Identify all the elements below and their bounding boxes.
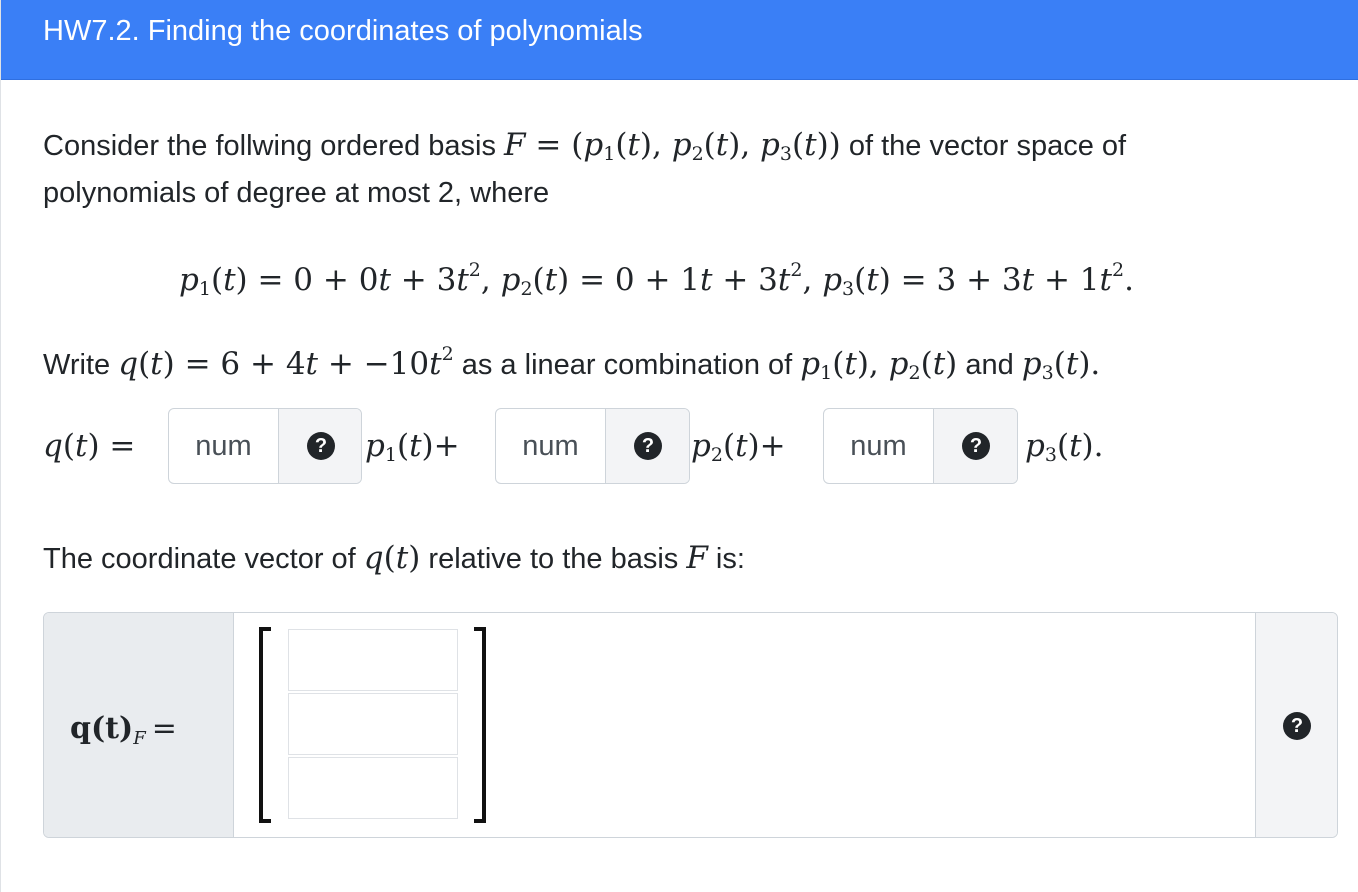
coordinate-help-addon[interactable]: ?	[1255, 613, 1337, 837]
term-label-p3: p3(t).	[1025, 428, 1104, 466]
coefficient-input-group-2: ?	[495, 408, 690, 484]
coordinate-vector-label-text: q(t)F =	[70, 711, 177, 749]
coordinate-basis-symbol: F	[686, 540, 708, 576]
basis-definition-math: F = (p1(t), p2(t), p3(t))	[504, 127, 841, 165]
help-icon[interactable]: ?	[307, 432, 335, 460]
intro-line-2: polynomials of degree at most 2, where	[43, 177, 550, 209]
left-bracket	[259, 627, 271, 823]
coefficient-input-group-1: ?	[168, 408, 362, 484]
coefficient-help-addon-1[interactable]: ?	[279, 409, 361, 483]
coordinate-vector-label: q(t)F =	[44, 613, 234, 837]
vector-entry-input-3[interactable]	[289, 758, 457, 818]
vector-entry-input-2[interactable]	[289, 694, 457, 754]
coordinate-sentence: The coordinate vector of q(t) relative t…	[43, 540, 745, 577]
help-icon[interactable]: ?	[1283, 712, 1311, 740]
vector-entry-2[interactable]	[288, 693, 458, 755]
intro-prefix: Consider the follwing ordered basis	[43, 130, 496, 162]
term-label-p1: p1(t)+	[365, 428, 460, 466]
coordinate-prefix: The coordinate vector of	[43, 543, 356, 575]
coefficient-input-1[interactable]	[169, 409, 278, 483]
task-statement: Write q(t) = 6 + 4t + −10t2 as a linear …	[43, 336, 1100, 391]
q-definition-math: q(t) = 6 + 4t + −10t2	[118, 343, 454, 382]
question-card: HW7.2. Finding the coordinates of polyno…	[0, 0, 1358, 892]
intro-line-1: Consider the follwing ordered basis F = …	[43, 127, 1126, 172]
coefficient-field-3[interactable]	[824, 409, 934, 483]
coefficient-field-1[interactable]	[169, 409, 279, 483]
task-and: and	[965, 349, 1014, 381]
coefficient-input-2[interactable]	[496, 409, 605, 483]
task-middle: as a linear combination of	[461, 349, 793, 381]
coordinate-suffix: is:	[715, 543, 745, 575]
intro-suffix: of the vector space of	[848, 130, 1127, 162]
question-title: HW7.2. Finding the coordinates of polyno…	[43, 15, 643, 47]
coefficient-help-addon-2[interactable]: ?	[606, 409, 689, 483]
help-icon[interactable]: ?	[634, 432, 662, 460]
task-prefix: Write	[43, 349, 111, 381]
combination-lhs: q(t) =	[43, 428, 136, 464]
vector-entry-input-1[interactable]	[289, 630, 457, 690]
coordinate-q-math: q(t)	[363, 540, 421, 576]
coordinate-middle: relative to the basis	[428, 543, 679, 575]
coefficient-help-addon-3[interactable]: ?	[934, 409, 1017, 483]
basis-polynomials-definition: p1(t) = 0 + 0t + 3t2, p2(t) = 0 + 1t + 3…	[179, 259, 1134, 300]
help-icon[interactable]: ?	[962, 432, 990, 460]
coefficient-input-3[interactable]	[824, 409, 933, 483]
term-label-p2: p2(t)+	[691, 428, 786, 466]
right-bracket	[474, 627, 486, 823]
coefficient-input-group-3: ?	[823, 408, 1018, 484]
coordinate-vector-group: q(t)F = ?	[43, 612, 1338, 838]
coefficient-field-2[interactable]	[496, 409, 606, 483]
vector-entry-3[interactable]	[288, 757, 458, 819]
question-header: HW7.2. Finding the coordinates of polyno…	[1, 0, 1358, 80]
basis-last-math: p3(t).	[1021, 346, 1101, 384]
basis-list-math: p1(t), p2(t)	[800, 346, 958, 384]
vector-entry-1[interactable]	[288, 629, 458, 691]
